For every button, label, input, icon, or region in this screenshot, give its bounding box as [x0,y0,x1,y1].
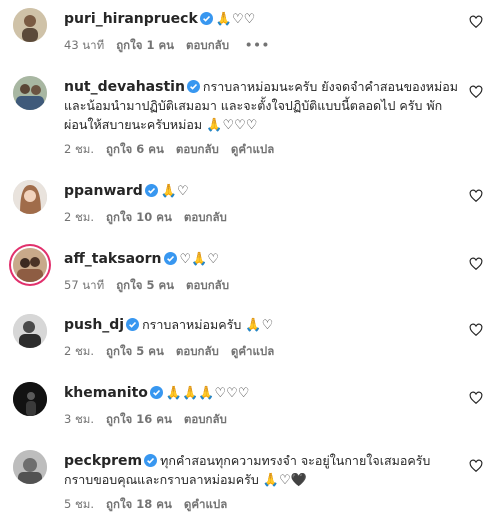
verified-badge-icon [186,80,200,93]
verified-badge-icon [199,12,213,25]
comment-username[interactable]: aff_taksaorn [64,251,162,267]
comment-username[interactable]: ppanward [64,183,143,199]
verified-badge-icon [149,386,163,399]
likes-count[interactable]: ถูกใจ 6 คน [106,142,164,156]
reply-button[interactable]: ตอบกลับ [186,38,229,52]
comment-text: 🙏♡ [160,184,189,199]
comment-username[interactable]: push_dj [64,317,124,333]
comment-username[interactable]: puri_hiranprueck [64,11,198,27]
comment-text: 🙏🙏🙏♡♡♡ [165,386,250,401]
avatar[interactable] [13,450,47,484]
avatar[interactable] [13,76,47,110]
reply-button[interactable]: ตอบกลับ [184,210,227,224]
likes-count[interactable]: ถูกใจ 5 คน [106,344,164,358]
translate-button[interactable]: ดูคำแปล [184,497,227,511]
comment-emoji: 🙏♡ [245,318,274,333]
comment-time[interactable]: 2 ชม. [64,344,94,358]
comment-username[interactable]: khemanito [64,385,148,401]
translate-button[interactable]: ดูคำแปล [231,344,274,358]
likes-count[interactable]: ถูกใจ 5 คน [116,278,174,292]
avatar[interactable] [13,248,47,282]
heart-outline-icon[interactable] [469,257,483,271]
reply-button[interactable]: ตอบกลับ [184,412,227,426]
verified-badge-icon [163,252,177,265]
comment-text: 🙏♡♡ [215,12,256,27]
translate-button[interactable]: ดูคำแปล [231,142,274,156]
comment-time[interactable]: 43 นาที [64,38,104,52]
comment-username[interactable]: nut_devahastin [64,79,185,95]
avatar[interactable] [13,314,47,348]
reply-button[interactable]: ตอบกลับ [176,344,219,358]
verified-badge-icon [144,184,158,197]
verified-badge-icon [144,454,158,467]
likes-count[interactable]: ถูกใจ 10 คน [106,210,172,224]
heart-outline-icon[interactable] [469,189,483,203]
heart-outline-icon[interactable] [469,459,483,473]
comment-emoji: 🙏♡🖤 [262,473,307,488]
avatar[interactable] [13,180,47,214]
heart-outline-icon[interactable] [469,85,483,99]
comment-time[interactable]: 57 นาที [64,278,104,292]
comment-emoji: 🙏♡♡♡ [206,118,258,133]
likes-count[interactable]: ถูกใจ 16 คน [106,412,172,426]
comment-time[interactable]: 2 ชม. [64,210,94,224]
avatar[interactable] [13,8,47,42]
heart-outline-icon[interactable] [469,323,483,337]
comment-time[interactable]: 2 ชม. [64,142,94,156]
comment-time[interactable]: 3 ชม. [64,412,94,426]
comment-time[interactable]: 5 ชม. [64,497,94,511]
likes-count[interactable]: ถูกใจ 18 คน [106,497,172,511]
comment-text: ♡🙏♡ [179,252,220,267]
reply-button[interactable]: ตอบกลับ [176,142,219,156]
heart-outline-icon[interactable] [469,391,483,405]
avatar[interactable] [13,382,47,416]
more-options-icon[interactable]: ••• [245,38,270,52]
reply-button[interactable]: ตอบกลับ [186,278,229,292]
verified-badge-icon [126,318,140,331]
comment-text: กราบลาหม่อมครับ [142,317,242,332]
comment-username[interactable]: peckprem [64,453,142,469]
heart-outline-icon[interactable] [469,15,483,29]
likes-count[interactable]: ถูกใจ 1 คน [116,38,174,52]
